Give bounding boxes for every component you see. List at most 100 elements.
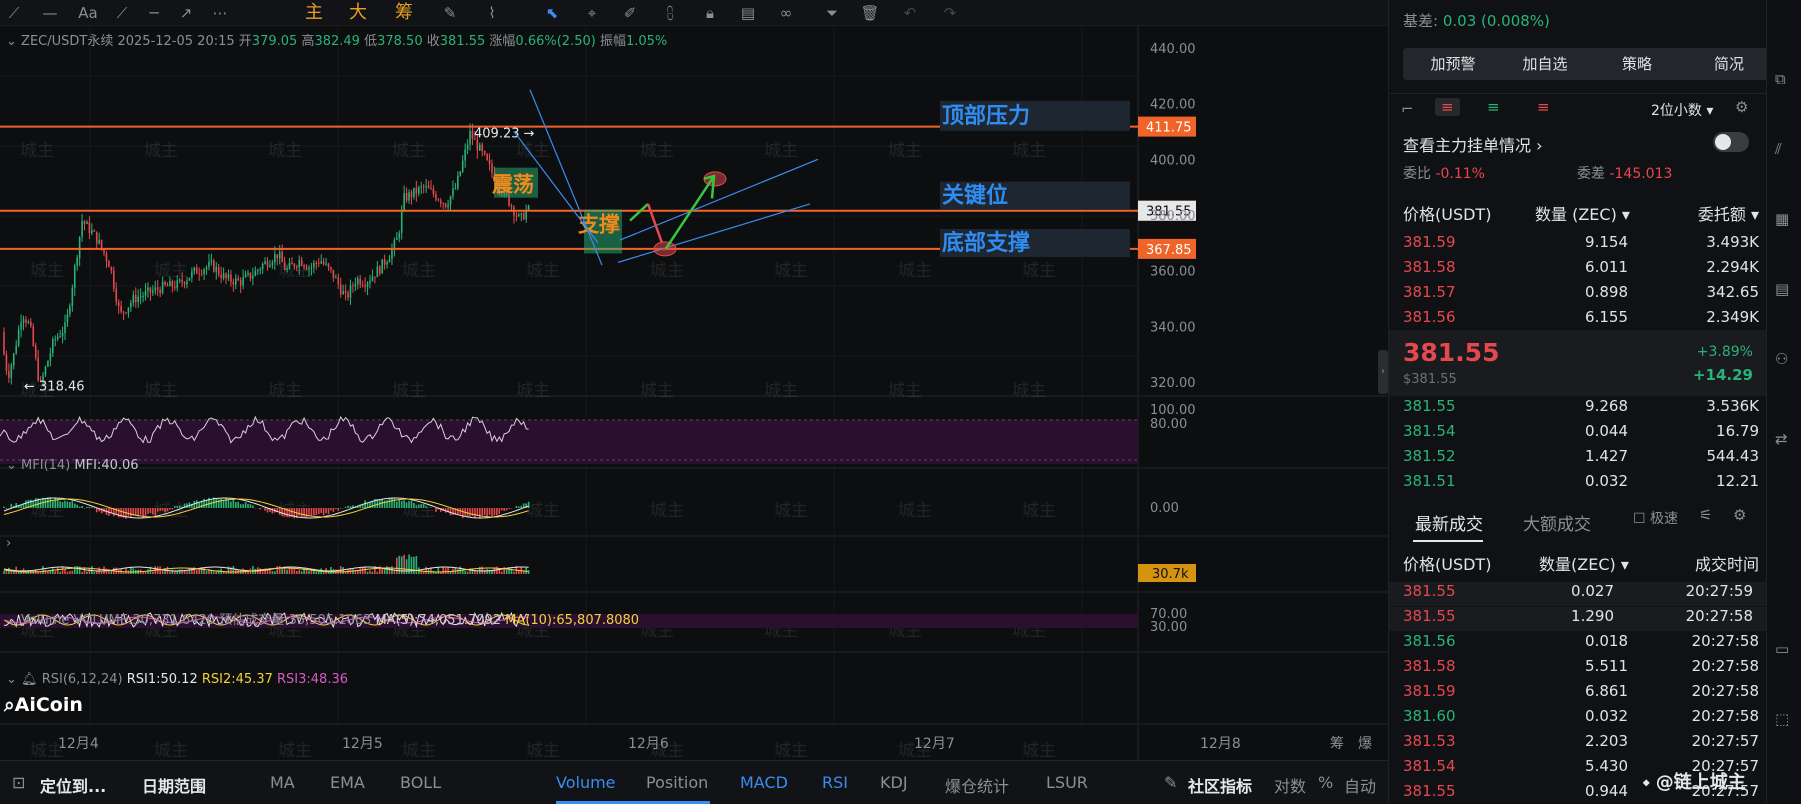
more-icon[interactable]: ⋯	[210, 3, 230, 23]
tab-volume[interactable]: Volume	[556, 773, 616, 792]
trend-tool-icon[interactable]: ⟋	[112, 3, 132, 23]
trash-icon[interactable]: 🗑︎	[860, 3, 880, 23]
fast-mode-checkbox[interactable]: ☐ 极速	[1633, 508, 1678, 528]
ray-tool-icon[interactable]: ─	[144, 3, 164, 23]
tab-ema[interactable]: EMA	[330, 773, 365, 792]
tab-latest-trades[interactable]: 最新成交	[1415, 510, 1483, 535]
collapse-icon[interactable]: ⌄	[6, 34, 17, 49]
bid-row[interactable]: 381.54 0.044 16.79	[1403, 422, 1759, 446]
overview-button[interactable]: 简况	[1679, 48, 1779, 80]
trade-row[interactable]: 381.55 0.027 20:27:59	[1389, 582, 1767, 606]
main-orders-link[interactable]: 查看主力挂单情况 ›	[1403, 132, 1543, 156]
candle-body	[435, 194, 437, 200]
collapse-icon[interactable]: ⌄	[6, 613, 17, 628]
panel-collapse-handle[interactable]: ›	[1378, 350, 1388, 394]
brush-icon[interactable]: ⌇	[482, 3, 502, 23]
edit-icon[interactable]: ✎	[440, 3, 460, 23]
bell-icon[interactable]: 🔔︎	[21, 672, 38, 687]
bid-row[interactable]: 381.52 1.427 544.43	[1403, 447, 1759, 471]
tab-large-trades[interactable]: 大额成交	[1523, 510, 1591, 535]
arrow-tool-icon[interactable]: ↗	[176, 3, 196, 23]
add-watchlist-button[interactable]: 加自选	[1495, 48, 1595, 80]
tab-rsi[interactable]: RSI	[822, 773, 848, 792]
ruler-icon[interactable]: ⌖	[582, 3, 602, 23]
collapse-icon[interactable]: ⌄	[6, 458, 17, 473]
book-header-amount[interactable]: 委托额 ▾	[1698, 201, 1759, 225]
side-tool-2-icon[interactable]: ⫽	[1775, 140, 1782, 158]
book-layout-1-icon[interactable]: ⌐	[1401, 100, 1414, 118]
ask-row[interactable]: 381.56 6.155 2.349K	[1403, 308, 1759, 332]
ask-row[interactable]: 381.59 9.154 3.493K	[1403, 233, 1759, 257]
side-tool-3-icon[interactable]: ▦	[1775, 210, 1789, 228]
side-tool-1-icon[interactable]: ⧉	[1775, 70, 1786, 88]
side-tool-7-icon[interactable]: ▭	[1775, 640, 1789, 658]
chips-toggle[interactable]: 筹	[394, 3, 414, 23]
hline-tool-icon[interactable]: —	[40, 3, 60, 23]
bid-row[interactable]: 381.51 0.032 12.21	[1403, 472, 1759, 496]
book-layout-3-icon[interactable]: ≡	[1487, 98, 1500, 116]
trade-header-qty[interactable]: 数量(ZEC) ▾	[1539, 551, 1629, 575]
side-tool-6-icon[interactable]: ⇄	[1775, 430, 1788, 448]
auto-scale-toggle[interactable]: 自动	[1344, 773, 1376, 797]
large-orders-toggle[interactable]: 大	[348, 3, 368, 23]
strategy-button[interactable]: 策略	[1587, 48, 1687, 80]
template-icon[interactable]: ▤	[738, 3, 758, 23]
locate-icon[interactable]: ⊡	[12, 773, 25, 792]
trade-settings-icon[interactable]: ⚙	[1733, 506, 1746, 524]
main-orders-toggle[interactable]	[1713, 132, 1749, 152]
book-layout-4-icon[interactable]: ≡	[1537, 98, 1550, 116]
trade-row[interactable]: 381.58 5.511 20:27:58	[1403, 657, 1759, 681]
side-tool-4-icon[interactable]: ▤	[1775, 280, 1789, 298]
side-tool-8-icon[interactable]: ⬚	[1775, 710, 1789, 728]
settings-icon[interactable]: ⚙	[1735, 98, 1748, 116]
trade-filter-icon[interactable]: ⚟	[1699, 506, 1712, 524]
bid-row[interactable]: 381.55 9.268 3.536K	[1403, 397, 1759, 421]
filter-icon[interactable]: ⏷	[822, 3, 842, 23]
community-indicators-button[interactable]: 社区指标	[1188, 773, 1252, 797]
candle-body	[244, 274, 247, 278]
ask-row[interactable]: 381.58 6.011 2.294K	[1403, 258, 1759, 282]
percent-toggle[interactable]: %	[1318, 773, 1333, 792]
candle-body	[325, 263, 327, 265]
trade-row[interactable]: 381.56 0.018 20:27:58	[1403, 632, 1759, 656]
tab-liquidation[interactable]: 爆仓统计	[945, 773, 1009, 797]
tab-ma[interactable]: MA	[270, 773, 295, 792]
tab-boll[interactable]: BOLL	[400, 773, 441, 792]
trade-row[interactable]: 381.59 6.861 20:27:58	[1403, 682, 1759, 706]
tab-lsur[interactable]: LSUR	[1046, 773, 1088, 792]
book-layout-2-icon[interactable]: ≡	[1435, 98, 1460, 116]
indicator-icon[interactable]: ✎	[1164, 773, 1177, 792]
pen-icon[interactable]: ✐	[620, 3, 640, 23]
add-alert-button[interactable]: 加预警	[1403, 48, 1503, 80]
cursor-icon[interactable]: ⬉	[542, 3, 562, 23]
tab-position[interactable]: Position	[646, 773, 708, 792]
candle-body	[288, 262, 291, 269]
trade-row[interactable]: 381.60 0.032 20:27:58	[1403, 707, 1759, 731]
volume-bar	[132, 568, 135, 574]
locate-button[interactable]: 定位到...	[40, 773, 106, 797]
undo-icon[interactable]: ↶	[900, 3, 920, 23]
tab-kdj[interactable]: KDJ	[880, 773, 908, 792]
lock-icon[interactable]: 🔒︎	[700, 3, 720, 23]
ask-row[interactable]: 381.57 0.898 342.65	[1403, 283, 1759, 307]
redo-icon[interactable]: ↷	[940, 3, 960, 23]
tab-macd[interactable]: MACD	[740, 773, 788, 792]
log-scale-toggle[interactable]: 对数	[1274, 773, 1306, 797]
trade-row[interactable]: 381.55 1.290 20:27:58	[1389, 607, 1767, 631]
collapse-icon[interactable]: ⌄	[6, 672, 17, 687]
link-icon[interactable]: ∞	[776, 3, 796, 23]
date-range-button[interactable]: 日期范围	[142, 773, 206, 797]
main-chart-toggle[interactable]: 主	[304, 3, 324, 23]
price-tick: 420.00	[1150, 98, 1196, 113]
line-tool-icon[interactable]: ⟋	[4, 3, 24, 23]
magnet-icon[interactable]: ⩉	[660, 3, 680, 23]
trade-row[interactable]: 381.53 2.203 20:27:57	[1403, 732, 1759, 756]
expand-icon[interactable]: ›	[6, 536, 11, 551]
kline-chart[interactable]: 城主 城主 城主 城主 城主 城主 城主 城主 城主城主 城主 城主 城主 城主 城主 城主 城主 城主城主 城主…	[0, 26, 1388, 760]
robot-icon[interactable]: ⚇	[1775, 350, 1788, 368]
decimals-select[interactable]: 2位小数 ▾	[1651, 100, 1713, 120]
text-tool-icon[interactable]: Aa	[78, 3, 98, 23]
book-header-qty[interactable]: 数量 (ZEC) ▾	[1535, 201, 1630, 225]
trade-row-value: 20:27:58	[1691, 682, 1759, 700]
macd-bar	[232, 499, 235, 508]
